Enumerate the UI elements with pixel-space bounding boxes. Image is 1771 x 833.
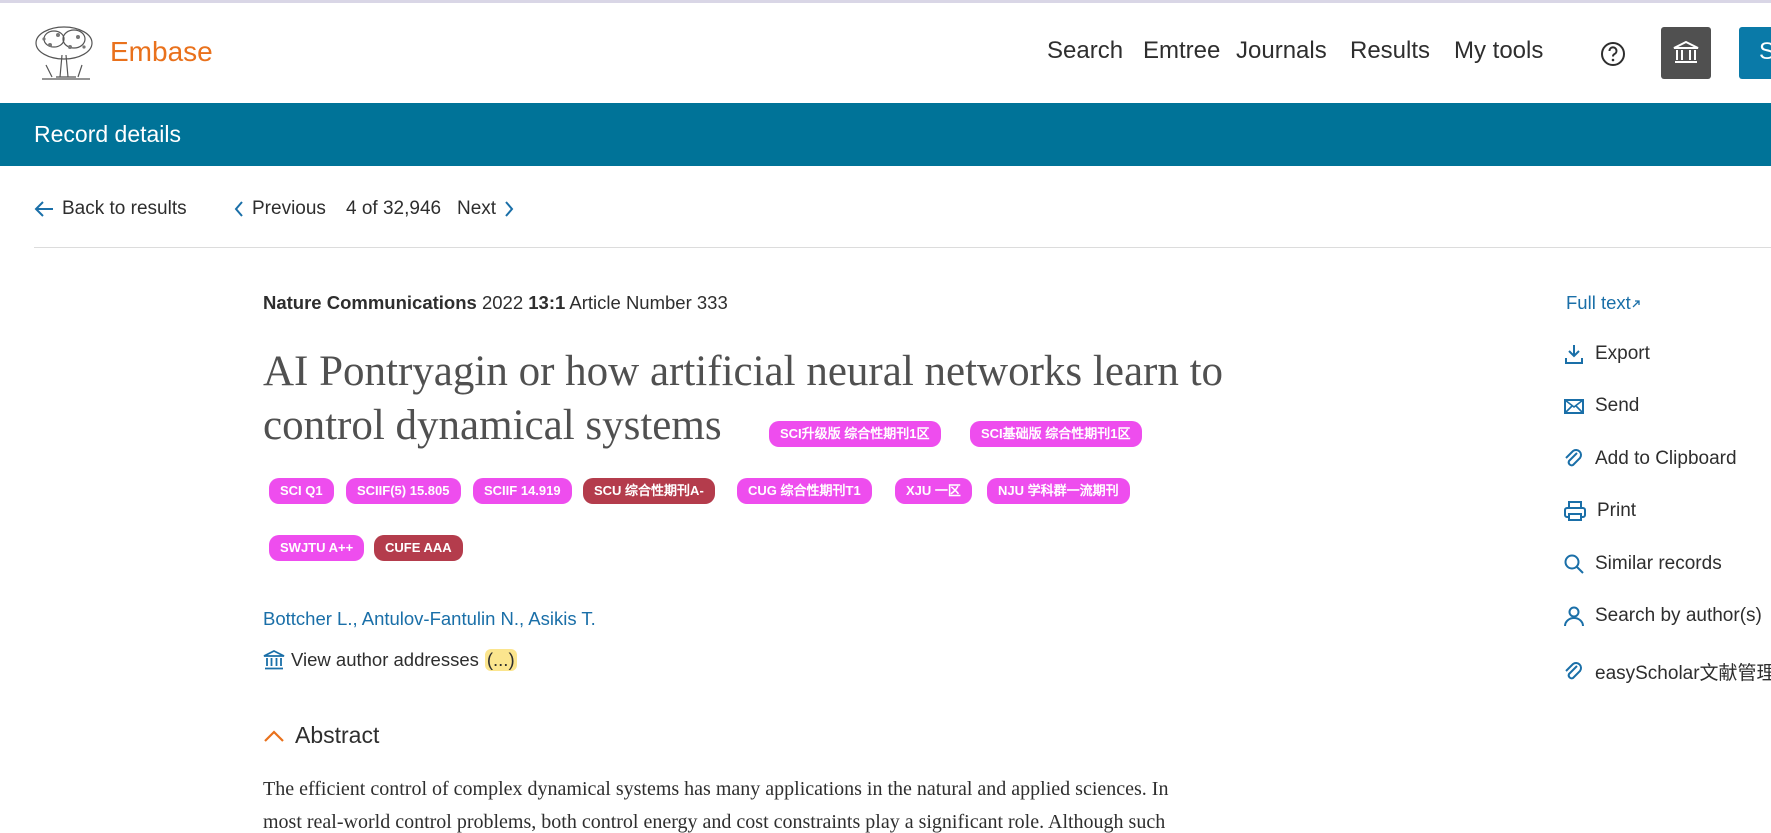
- person-icon: [1564, 606, 1584, 627]
- send-label: Send: [1595, 395, 1640, 416]
- elsevier-tree-logo-icon[interactable]: [32, 25, 96, 83]
- print-label: Print: [1597, 500, 1637, 521]
- next-label: Next: [457, 198, 497, 219]
- volume-issue: 13:1: [528, 292, 566, 313]
- addresses-ellipsis[interactable]: (...): [484, 649, 517, 671]
- abstract-line: most real-world control problems, both c…: [263, 811, 1166, 833]
- search-by-author-label: Search by author(s): [1595, 605, 1762, 626]
- paperclip-icon: [1565, 449, 1582, 467]
- title-line-1: AI Pontryagin or how artificial neural n…: [263, 348, 1224, 395]
- page-title: Record details: [34, 121, 182, 147]
- record-position: 4 of 32,946: [346, 198, 442, 219]
- help-icon[interactable]: [1600, 41, 1626, 67]
- similar-records-label: Similar records: [1595, 553, 1722, 574]
- article-number: Article Number 333: [569, 292, 728, 313]
- full-text-label: Full text: [1566, 292, 1631, 313]
- brand-name[interactable]: Embase: [110, 36, 213, 68]
- print-action[interactable]: Print: [1563, 500, 1636, 522]
- search-by-author-action[interactable]: Search by author(s): [1563, 605, 1762, 627]
- site-header: Embase Search Emtree Journals Results My…: [0, 3, 1771, 103]
- journal-name[interactable]: Nature Communications: [263, 292, 477, 313]
- abstract-line: The efficient control of complex dynamic…: [263, 778, 1169, 800]
- institution-icon: [1673, 40, 1699, 63]
- download-icon: [1565, 345, 1583, 364]
- easyscholar-label: easyScholar文献管理: [1595, 663, 1771, 684]
- author-list[interactable]: Bottcher L., Antulov-Fantulin N., Asikis…: [263, 608, 596, 630]
- journal-rank-badge[interactable]: SCI升级版 综合性期刊1区: [769, 421, 941, 447]
- journal-rank-badge[interactable]: SCI Q1: [269, 478, 334, 504]
- divider: [34, 247, 1771, 248]
- chevron-right-icon: [505, 201, 514, 217]
- journal-rank-badge[interactable]: SWJTU A++: [269, 535, 365, 561]
- back-to-results-link[interactable]: Back to results: [34, 198, 187, 220]
- journal-rank-badge[interactable]: SCI基础版 综合性期刊1区: [970, 421, 1142, 447]
- nav-journals[interactable]: Journals: [1236, 37, 1327, 65]
- institution-icon: [263, 649, 285, 670]
- back-to-results-label: Back to results: [62, 198, 187, 219]
- abstract-text: The efficient control of complex dynamic…: [263, 773, 1313, 833]
- page-banner: Record details: [0, 103, 1771, 166]
- abstract-heading: Abstract: [295, 722, 380, 748]
- send-action[interactable]: Send: [1563, 395, 1639, 417]
- publication-year: 2022: [481, 292, 524, 313]
- search-icon: [1564, 554, 1584, 574]
- arrow-left-icon: [34, 201, 53, 217]
- journal-rank-badge[interactable]: XJU 一区: [895, 478, 972, 504]
- chevron-up-icon: [264, 729, 284, 742]
- previous-label: Previous: [252, 198, 326, 219]
- export-label: Export: [1595, 343, 1650, 364]
- nav-emtree[interactable]: Emtree: [1143, 37, 1220, 65]
- source-citation: Nature Communications 2022 13:1 Article …: [263, 292, 728, 314]
- journal-rank-badge[interactable]: SCIIF 14.919: [473, 478, 572, 504]
- previous-record-link[interactable]: Previous: [234, 198, 326, 220]
- add-to-clipboard-label: Add to Clipboard: [1595, 448, 1737, 469]
- export-action[interactable]: Export: [1563, 343, 1650, 365]
- chevron-left-icon: [234, 201, 243, 217]
- journal-rank-badge[interactable]: CUG 综合性期刊T1: [737, 478, 872, 504]
- similar-records-action[interactable]: Similar records: [1563, 553, 1722, 575]
- view-addresses-label: View author addresses: [291, 649, 479, 670]
- printer-icon: [1564, 501, 1586, 521]
- record-pager: Back to results Previous 4 of 32,946 Nex…: [0, 195, 1771, 225]
- external-link-icon: [1632, 300, 1640, 308]
- nav-my-tools[interactable]: My tools: [1454, 37, 1543, 65]
- nav-search[interactable]: Search: [1047, 37, 1123, 65]
- nav-results[interactable]: Results: [1350, 37, 1430, 65]
- journal-rank-badge[interactable]: SCIIF(5) 15.805: [346, 478, 461, 504]
- envelope-icon: [1564, 399, 1584, 414]
- next-record-link[interactable]: Next: [457, 198, 514, 220]
- journal-rank-badge[interactable]: SCU 综合性期刊A-: [583, 478, 715, 504]
- paperclip-icon: [1565, 661, 1582, 679]
- sign-in-button[interactable]: S: [1739, 27, 1771, 79]
- full-text-link[interactable]: Full text: [1566, 292, 1641, 314]
- journal-rank-badge[interactable]: NJU 学科群一流期刊: [987, 478, 1130, 504]
- abstract-toggle[interactable]: Abstract: [263, 722, 379, 749]
- view-author-addresses[interactable]: View author addresses (...): [263, 649, 517, 671]
- add-to-clipboard-action[interactable]: Add to Clipboard: [1563, 448, 1737, 470]
- easyscholar-action[interactable]: easyScholar文献管理: [1563, 658, 1771, 685]
- institution-button[interactable]: [1661, 27, 1711, 79]
- journal-rank-badge[interactable]: CUFE AAA: [374, 535, 463, 561]
